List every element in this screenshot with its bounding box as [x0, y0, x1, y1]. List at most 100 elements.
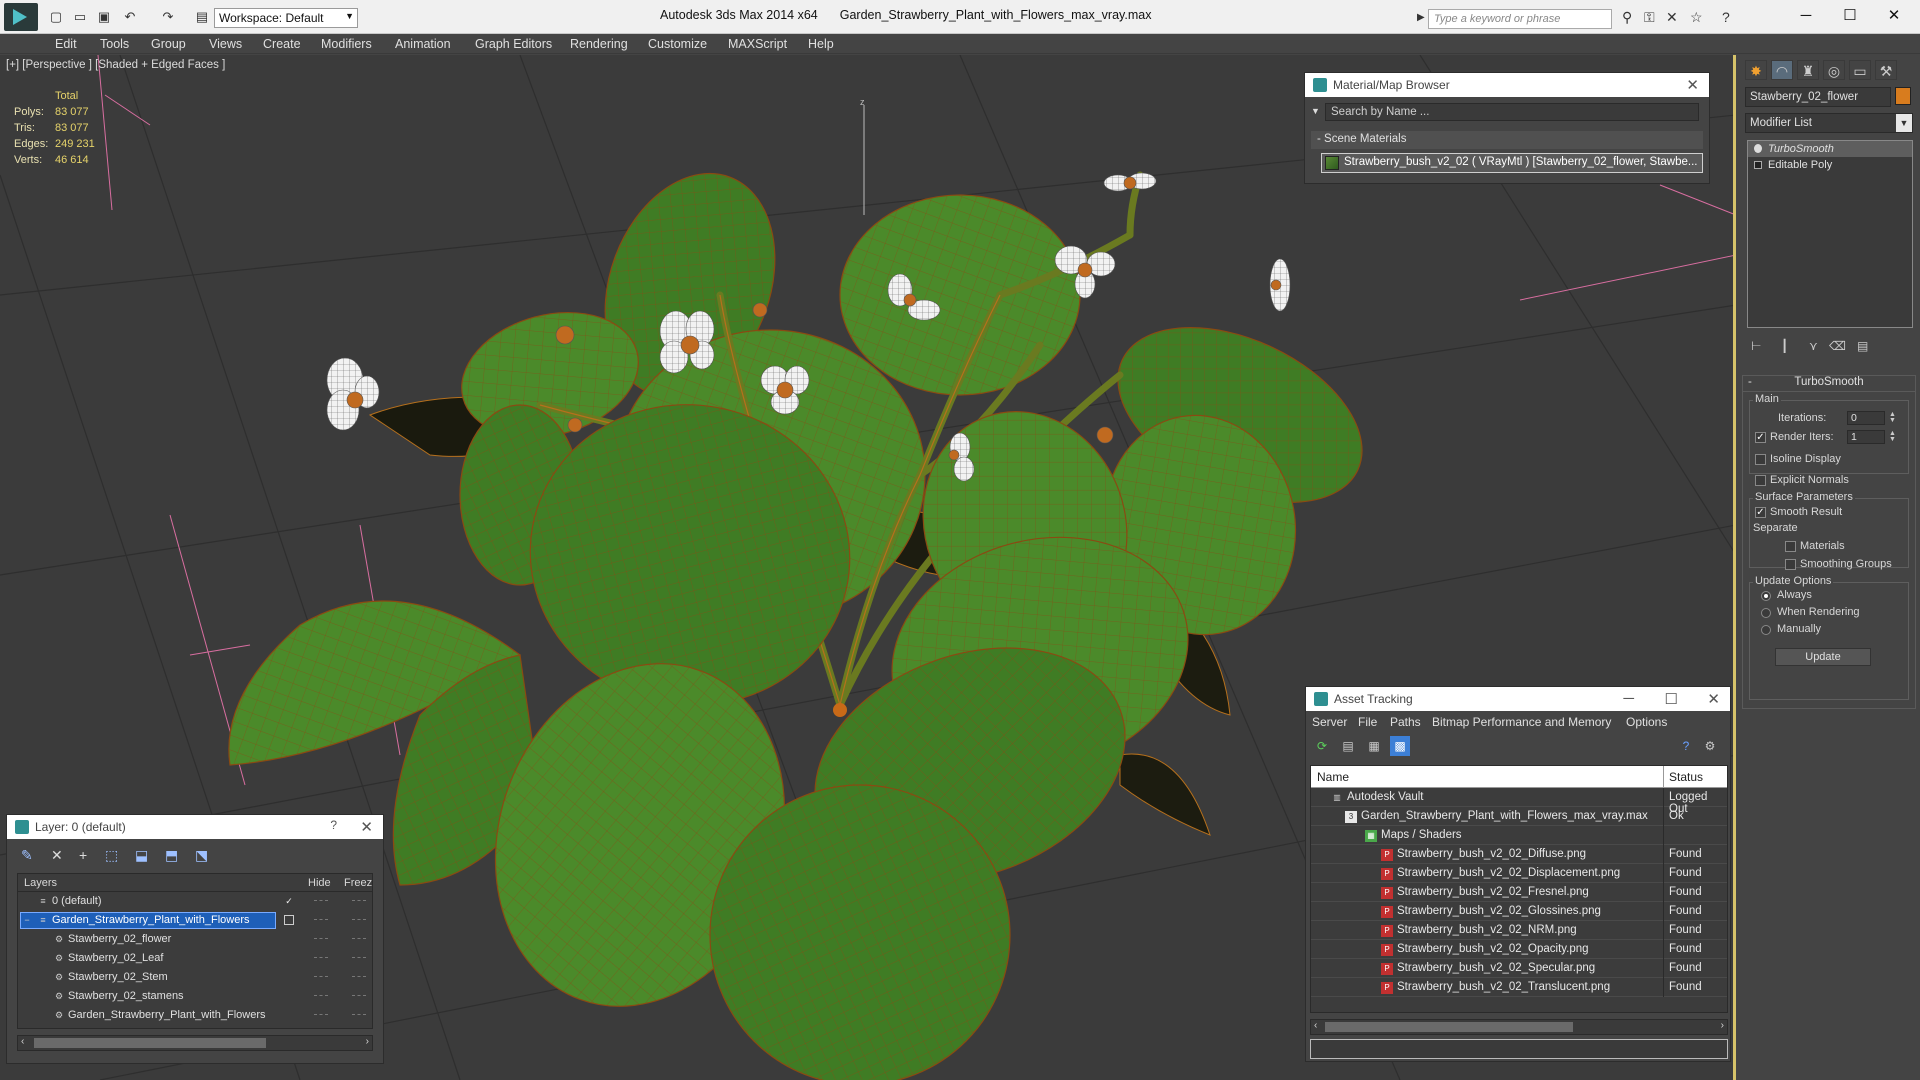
scroll-right-icon[interactable]: ›	[366, 1036, 369, 1047]
strawberry-plant-model[interactable]	[228, 150, 1390, 1080]
freeze-toggle[interactable]	[352, 919, 366, 920]
select-objects-icon[interactable]: ⬚	[105, 847, 118, 864]
asset-row[interactable]: P Strawberry_bush_v2_02_Fresnel.png Foun…	[1311, 883, 1727, 902]
asset-row[interactable]: P Strawberry_bush_v2_02_Translucent.png …	[1311, 978, 1727, 997]
spinner-arrows-icon[interactable]: ▲ ▼	[1889, 430, 1896, 443]
collapse-icon[interactable]: −	[22, 915, 32, 925]
help-icon[interactable]: ?	[1676, 736, 1696, 756]
maximize-button[interactable]: ☐	[1665, 690, 1678, 708]
close-window-button[interactable]: ✕	[1874, 4, 1914, 28]
explicit-normals-checkbox[interactable]	[1755, 475, 1766, 486]
save-file-icon[interactable]: ▣	[96, 9, 112, 25]
menu-views[interactable]: Views	[209, 37, 242, 51]
close-icon[interactable]: ✕	[1707, 690, 1720, 708]
settings-icon[interactable]: ⚙	[1700, 736, 1720, 756]
freeze-toggle[interactable]	[352, 957, 366, 958]
menu-modifiers[interactable]: Modifiers	[321, 37, 372, 51]
menu-customize[interactable]: Customize	[648, 37, 707, 51]
open-file-icon[interactable]: ▭	[72, 9, 88, 25]
menu-maxscript[interactable]: MAXScript	[728, 37, 787, 51]
display-tab-icon[interactable]: ▭	[1849, 60, 1871, 80]
asset-tracking-titlebar[interactable]: Asset Tracking ─ ☐ ✕	[1306, 687, 1730, 711]
update-button[interactable]: Update	[1775, 648, 1871, 666]
scroll-left-icon[interactable]: ‹	[1314, 1020, 1317, 1031]
asset-row[interactable]: P Strawberry_bush_v2_02_Opacity.png Foun…	[1311, 940, 1727, 959]
table-view-icon[interactable]: ▦	[1364, 736, 1384, 756]
viewport-label[interactable]: [+] [Perspective ] [Shaded + Edged Faces…	[6, 59, 225, 71]
minimize-button[interactable]: ─	[1786, 4, 1826, 28]
pin-stack-icon[interactable]: ⊢	[1751, 339, 1761, 353]
asset-path-field[interactable]	[1310, 1039, 1728, 1059]
layer-horizontal-scrollbar[interactable]: ‹ ›	[17, 1035, 373, 1051]
maximize-button[interactable]: ☐	[1830, 4, 1870, 28]
menu-file[interactable]: File	[1358, 715, 1377, 729]
create-layer-icon[interactable]: ✎	[21, 847, 33, 864]
menu-paths[interactable]: Paths	[1390, 715, 1421, 729]
always-radio[interactable]	[1761, 591, 1771, 601]
asset-row[interactable]: P Strawberry_bush_v2_02_Displacement.png…	[1311, 864, 1727, 883]
list-view-icon[interactable]: ▤	[1338, 736, 1358, 756]
freeze-toggle[interactable]	[352, 1014, 366, 1015]
show-end-result-icon[interactable]: ┃	[1781, 339, 1788, 353]
asset-row[interactable]: P Strawberry_bush_v2_02_Specular.png Fou…	[1311, 959, 1727, 978]
freeze-toggle[interactable]	[352, 900, 366, 901]
hide-all-icon[interactable]: ⬒	[165, 847, 178, 864]
layer-row[interactable]: ⚙ Stawberry_02_stamens	[18, 987, 372, 1006]
set-current-icon[interactable]	[284, 915, 294, 925]
freeze-toggle[interactable]	[352, 995, 366, 996]
freeze-toggle[interactable]	[352, 938, 366, 939]
delete-layer-icon[interactable]: ✕	[51, 847, 63, 864]
search-input[interactable]: ▶ Type a keyword or phrase	[1417, 9, 1612, 29]
close-icon[interactable]: ✕	[360, 818, 373, 836]
lightbulb-icon[interactable]	[1754, 144, 1762, 153]
favorites-star-icon[interactable]: ☆	[1690, 9, 1703, 26]
smoothing-groups-checkbox[interactable]	[1785, 559, 1796, 570]
isoline-checkbox[interactable]	[1755, 454, 1766, 465]
material-search-input[interactable]: Search by Name ...	[1325, 103, 1699, 121]
motion-tab-icon[interactable]: ◎	[1823, 60, 1845, 80]
scroll-right-icon[interactable]: ›	[1721, 1020, 1724, 1031]
hide-toggle[interactable]	[314, 900, 328, 901]
menu-help[interactable]: Help	[808, 37, 834, 51]
current-layer-check-icon[interactable]: ✓	[284, 896, 294, 906]
hide-toggle[interactable]	[314, 919, 328, 920]
object-color-swatch[interactable]	[1895, 87, 1911, 105]
object-name-field[interactable]: Stawberry_02_flower	[1745, 87, 1891, 107]
create-tab-icon[interactable]: ✸	[1745, 60, 1767, 80]
hide-toggle[interactable]	[314, 938, 328, 939]
refresh-icon[interactable]: ⟳	[1312, 736, 1332, 756]
hide-toggle[interactable]	[314, 1014, 328, 1015]
menu-options[interactable]: Options	[1626, 715, 1667, 729]
remove-modifier-icon[interactable]: ⌫	[1829, 339, 1846, 353]
freeze-toggle[interactable]	[352, 976, 366, 977]
minimize-button[interactable]: ─	[1623, 690, 1634, 707]
search-toggle-icon[interactable]: ▶	[1417, 12, 1425, 23]
stack-item-turbosmooth[interactable]: TurboSmooth	[1748, 141, 1912, 157]
app-logo-icon[interactable]	[4, 3, 38, 31]
undo-icon[interactable]: ↶	[122, 9, 138, 25]
redo-icon[interactable]: ↷	[160, 9, 176, 25]
workspace-dropdown[interactable]: Workspace: Default ▼	[214, 8, 358, 28]
hide-toggle[interactable]	[314, 995, 328, 996]
menu-tools[interactable]: Tools	[100, 37, 129, 51]
col-status[interactable]: Status	[1669, 770, 1703, 784]
communication-icon[interactable]: ✕	[1666, 9, 1678, 26]
layer-row[interactable]: ⚙ Stawberry_02_Stem	[18, 968, 372, 987]
menu-group[interactable]: Group	[151, 37, 186, 51]
asset-row[interactable]: 3 Garden_Strawberry_Plant_with_Flowers_m…	[1311, 807, 1727, 826]
iterations-spinner[interactable]: 0	[1847, 411, 1885, 425]
hierarchy-tab-icon[interactable]: ♜	[1797, 60, 1819, 80]
menu-create[interactable]: Create	[263, 37, 301, 51]
layer-row[interactable]: − ≡ Garden_Strawberry_Plant_with_Flowers	[18, 911, 372, 930]
asset-horizontal-scrollbar[interactable]: ‹ ›	[1310, 1019, 1728, 1035]
asset-row[interactable]: P Strawberry_bush_v2_02_Diffuse.png Foun…	[1311, 845, 1727, 864]
menu-graph-editors[interactable]: Graph Editors	[475, 37, 552, 51]
scroll-thumb[interactable]	[1325, 1022, 1573, 1032]
subscription-icon[interactable]: ⚿	[1644, 9, 1655, 26]
layer-row[interactable]: ⚙ Garden_Strawberry_Plant_with_Flowers	[18, 1006, 372, 1025]
render-iters-spinner[interactable]: 1	[1847, 430, 1885, 444]
layer-row[interactable]: ≡ 0 (default) ✓	[18, 892, 372, 911]
menu-server[interactable]: Server	[1312, 715, 1347, 729]
asset-row[interactable]: P Strawberry_bush_v2_02_NRM.png Found	[1311, 921, 1727, 940]
col-hide[interactable]: Hide	[308, 877, 331, 889]
